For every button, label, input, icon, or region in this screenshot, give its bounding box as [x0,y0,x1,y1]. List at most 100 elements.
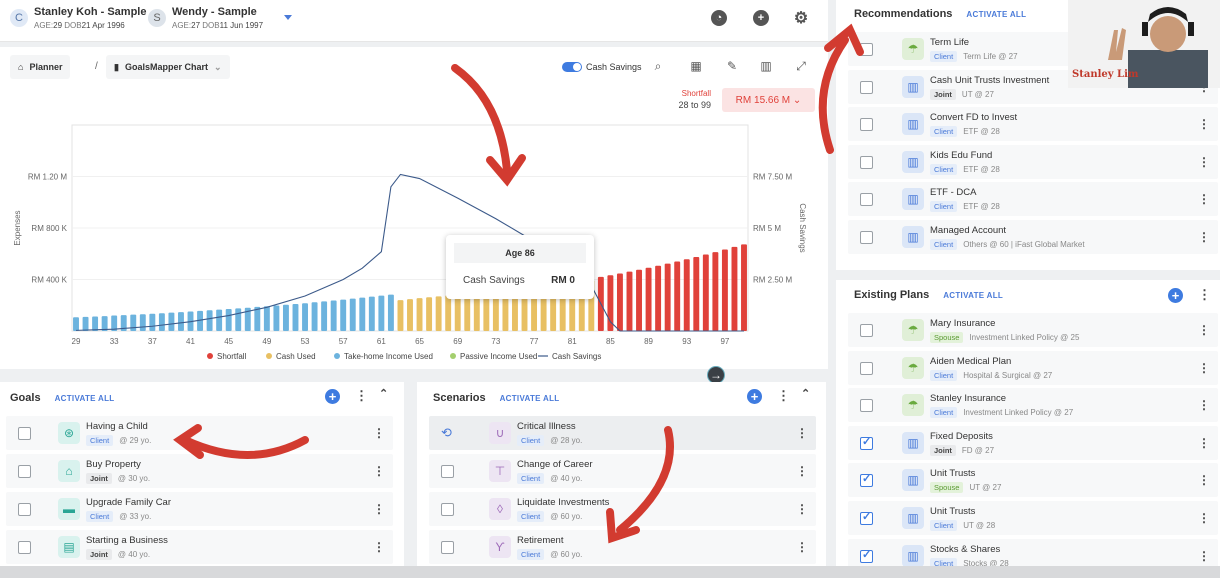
activate-all-link[interactable]: ACTIVATE ALL [966,10,1026,19]
bar-age-32[interactable] [101,316,108,331]
bar-age-43[interactable] [206,310,213,331]
bar-age-89[interactable] [645,267,652,331]
list-item[interactable]: ⊤ Change of Career Client @ 40 yo. ⋮ [429,454,816,488]
bar-age-44[interactable] [216,309,223,331]
bar-age-67[interactable] [435,296,442,331]
more-options-icon[interactable]: ⋮ [373,502,385,516]
more-options-icon[interactable]: ⋮ [1198,436,1210,450]
more-options-icon[interactable]: ⋮ [1198,192,1210,206]
bar-age-68[interactable] [445,295,452,331]
list-item[interactable]: ▥ Fixed Deposits Joint FD @ 27 ⋮ [848,425,1218,460]
list-item[interactable]: ⟲ ∪ Critical Illness Client @ 28 yo. ⋮ [429,416,816,450]
bar-age-56[interactable] [330,300,337,331]
item-checkbox[interactable] [18,541,31,554]
item-checkbox[interactable] [18,465,31,478]
bar-age-45[interactable] [225,308,232,331]
bar-age-58[interactable] [349,298,356,331]
list-item[interactable]: ☂ Stanley Insurance Client Investment Linke… [848,388,1218,423]
more-options-icon[interactable]: ⋮ [1198,288,1211,301]
bar-age-35[interactable] [130,314,137,331]
more-options-icon[interactable]: ⋮ [796,540,808,554]
item-checkbox[interactable] [18,503,31,516]
more-options-icon[interactable]: ⋮ [1198,323,1210,337]
bar-age-38[interactable] [158,313,165,331]
item-checkbox[interactable] [860,231,873,244]
more-options-icon[interactable]: ⋮ [1198,398,1210,412]
bar-age-49[interactable] [263,306,270,331]
item-checkbox[interactable] [860,548,873,563]
item-checkbox[interactable] [860,118,873,132]
add-scenario-icon[interactable]: + [747,389,762,404]
bar-age-97[interactable] [721,249,728,331]
list-item[interactable]: ▥ Convert FD to Invest Client ETF @ 28 ⋮ [848,107,1218,142]
legend-item[interactable]: Cash Used [276,352,316,361]
bar-age-87[interactable] [626,271,633,331]
item-checkbox[interactable] [441,503,454,516]
add-goal-icon[interactable]: + [325,389,340,404]
bar-age-40[interactable] [178,312,184,331]
legend-item[interactable]: Take-home Income Used [344,352,433,361]
bar-age-64[interactable] [407,299,413,331]
collapse-icon[interactable]: ⌃ [379,389,388,400]
item-checkbox[interactable] [860,510,873,525]
bar-age-99[interactable] [741,244,747,331]
bar-age-30[interactable] [82,316,89,331]
bar-age-55[interactable] [321,301,328,331]
bar-age-39[interactable] [168,312,175,331]
more-options-icon[interactable]: ⋮ [1198,549,1210,563]
more-options-icon[interactable]: ⋮ [1198,473,1210,487]
more-options-icon[interactable]: ⋮ [1198,230,1210,244]
list-item[interactable]: ▥ ETF - DCA Client ETF @ 28 ⋮ [848,182,1218,217]
more-options-icon[interactable]: ⋮ [373,464,385,478]
bar-age-98[interactable] [731,246,738,331]
item-checkbox[interactable] [860,472,873,488]
bar-age-48[interactable] [254,306,261,331]
bar-age-59[interactable] [359,297,366,331]
legend-item[interactable]: Shortfall [217,352,247,361]
more-options-icon[interactable]: ⋮ [373,426,385,440]
more-options-icon[interactable]: ⋮ [796,426,808,440]
bar-age-37[interactable] [149,313,156,331]
list-item[interactable]: ⊛ Having a Child Client @ 29 yo. ⋮ [6,416,393,450]
activate-all-link[interactable]: ACTIVATE ALL [943,291,1003,300]
bar-age-50[interactable] [273,305,280,331]
more-options-icon[interactable]: ⋮ [796,502,808,516]
bar-age-62[interactable] [387,294,394,331]
more-options-icon[interactable]: ⋮ [1198,155,1210,169]
bar-age-90[interactable] [655,265,662,331]
legend-item[interactable]: Passive Income Used [460,352,537,361]
item-checkbox[interactable] [860,361,873,375]
bar-age-60[interactable] [368,296,375,331]
more-options-icon[interactable]: ⋮ [1198,117,1210,131]
list-item[interactable]: ◊ Liquidate Investments Client @ 60 yo. ⋮ [429,492,816,526]
bar-age-63[interactable] [397,300,404,331]
more-options-icon[interactable]: ⋮ [796,464,808,478]
bar-age-57[interactable] [340,299,347,331]
more-options-icon[interactable]: ⋮ [1198,361,1210,375]
bar-age-36[interactable] [139,314,146,331]
activate-all-link[interactable]: ACTIVATE ALL [500,394,560,403]
item-checkbox[interactable] [441,541,454,554]
list-item[interactable]: ▤ Starting a Business Joint @ 40 yo. ⋮ [6,530,393,564]
bar-age-91[interactable] [664,263,671,331]
list-item[interactable]: ▥ Unit Trusts Spouse UT @ 27 ⋮ [848,463,1218,498]
bar-age-52[interactable] [292,303,299,331]
list-item[interactable]: ⌂ Buy Property Joint @ 30 yo. ⋮ [6,454,393,488]
list-item[interactable]: ☂ Mary Insurance Spouse Investment Linked P… [848,313,1218,347]
item-checkbox[interactable] [18,427,31,440]
item-checkbox[interactable] [860,324,873,337]
list-item[interactable]: ▥ Kids Edu Fund Client ETF @ 28 ⋮ [848,144,1218,179]
bar-age-96[interactable] [712,252,719,331]
legend-item[interactable]: Cash Savings [552,352,601,361]
bar-age-88[interactable] [636,269,642,331]
bar-age-86[interactable] [616,273,623,331]
item-checkbox[interactable] [860,155,873,169]
bar-age-69[interactable] [454,294,461,331]
bar-age-92[interactable] [674,261,681,331]
bar-age-29[interactable] [73,317,79,331]
more-options-icon[interactable]: ⋮ [355,389,368,402]
more-options-icon[interactable]: ⋮ [1198,511,1210,525]
more-options-icon[interactable]: ⋮ [777,389,790,402]
bar-age-65[interactable] [416,298,423,331]
list-item[interactable]: ▥ Managed Account Client Others @ 60 | iFas… [848,220,1218,254]
